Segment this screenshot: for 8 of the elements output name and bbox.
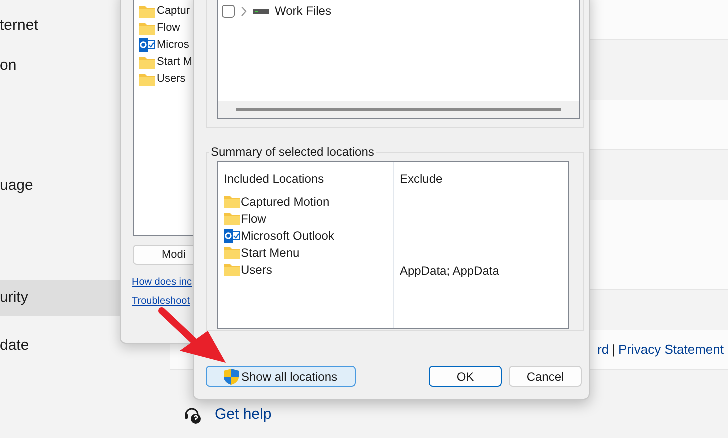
location-label: Captured Motion	[241, 194, 330, 210]
separator-text: |	[612, 340, 616, 359]
location-label: Microsoft Outlook	[241, 228, 334, 244]
location-label: Users	[241, 262, 272, 278]
location-label: Start Menu	[241, 244, 300, 262]
exclude-text: AppData; AppData	[400, 264, 500, 278]
location-label: Flow	[241, 210, 266, 228]
group-title: Summary of selected locations	[210, 144, 376, 161]
